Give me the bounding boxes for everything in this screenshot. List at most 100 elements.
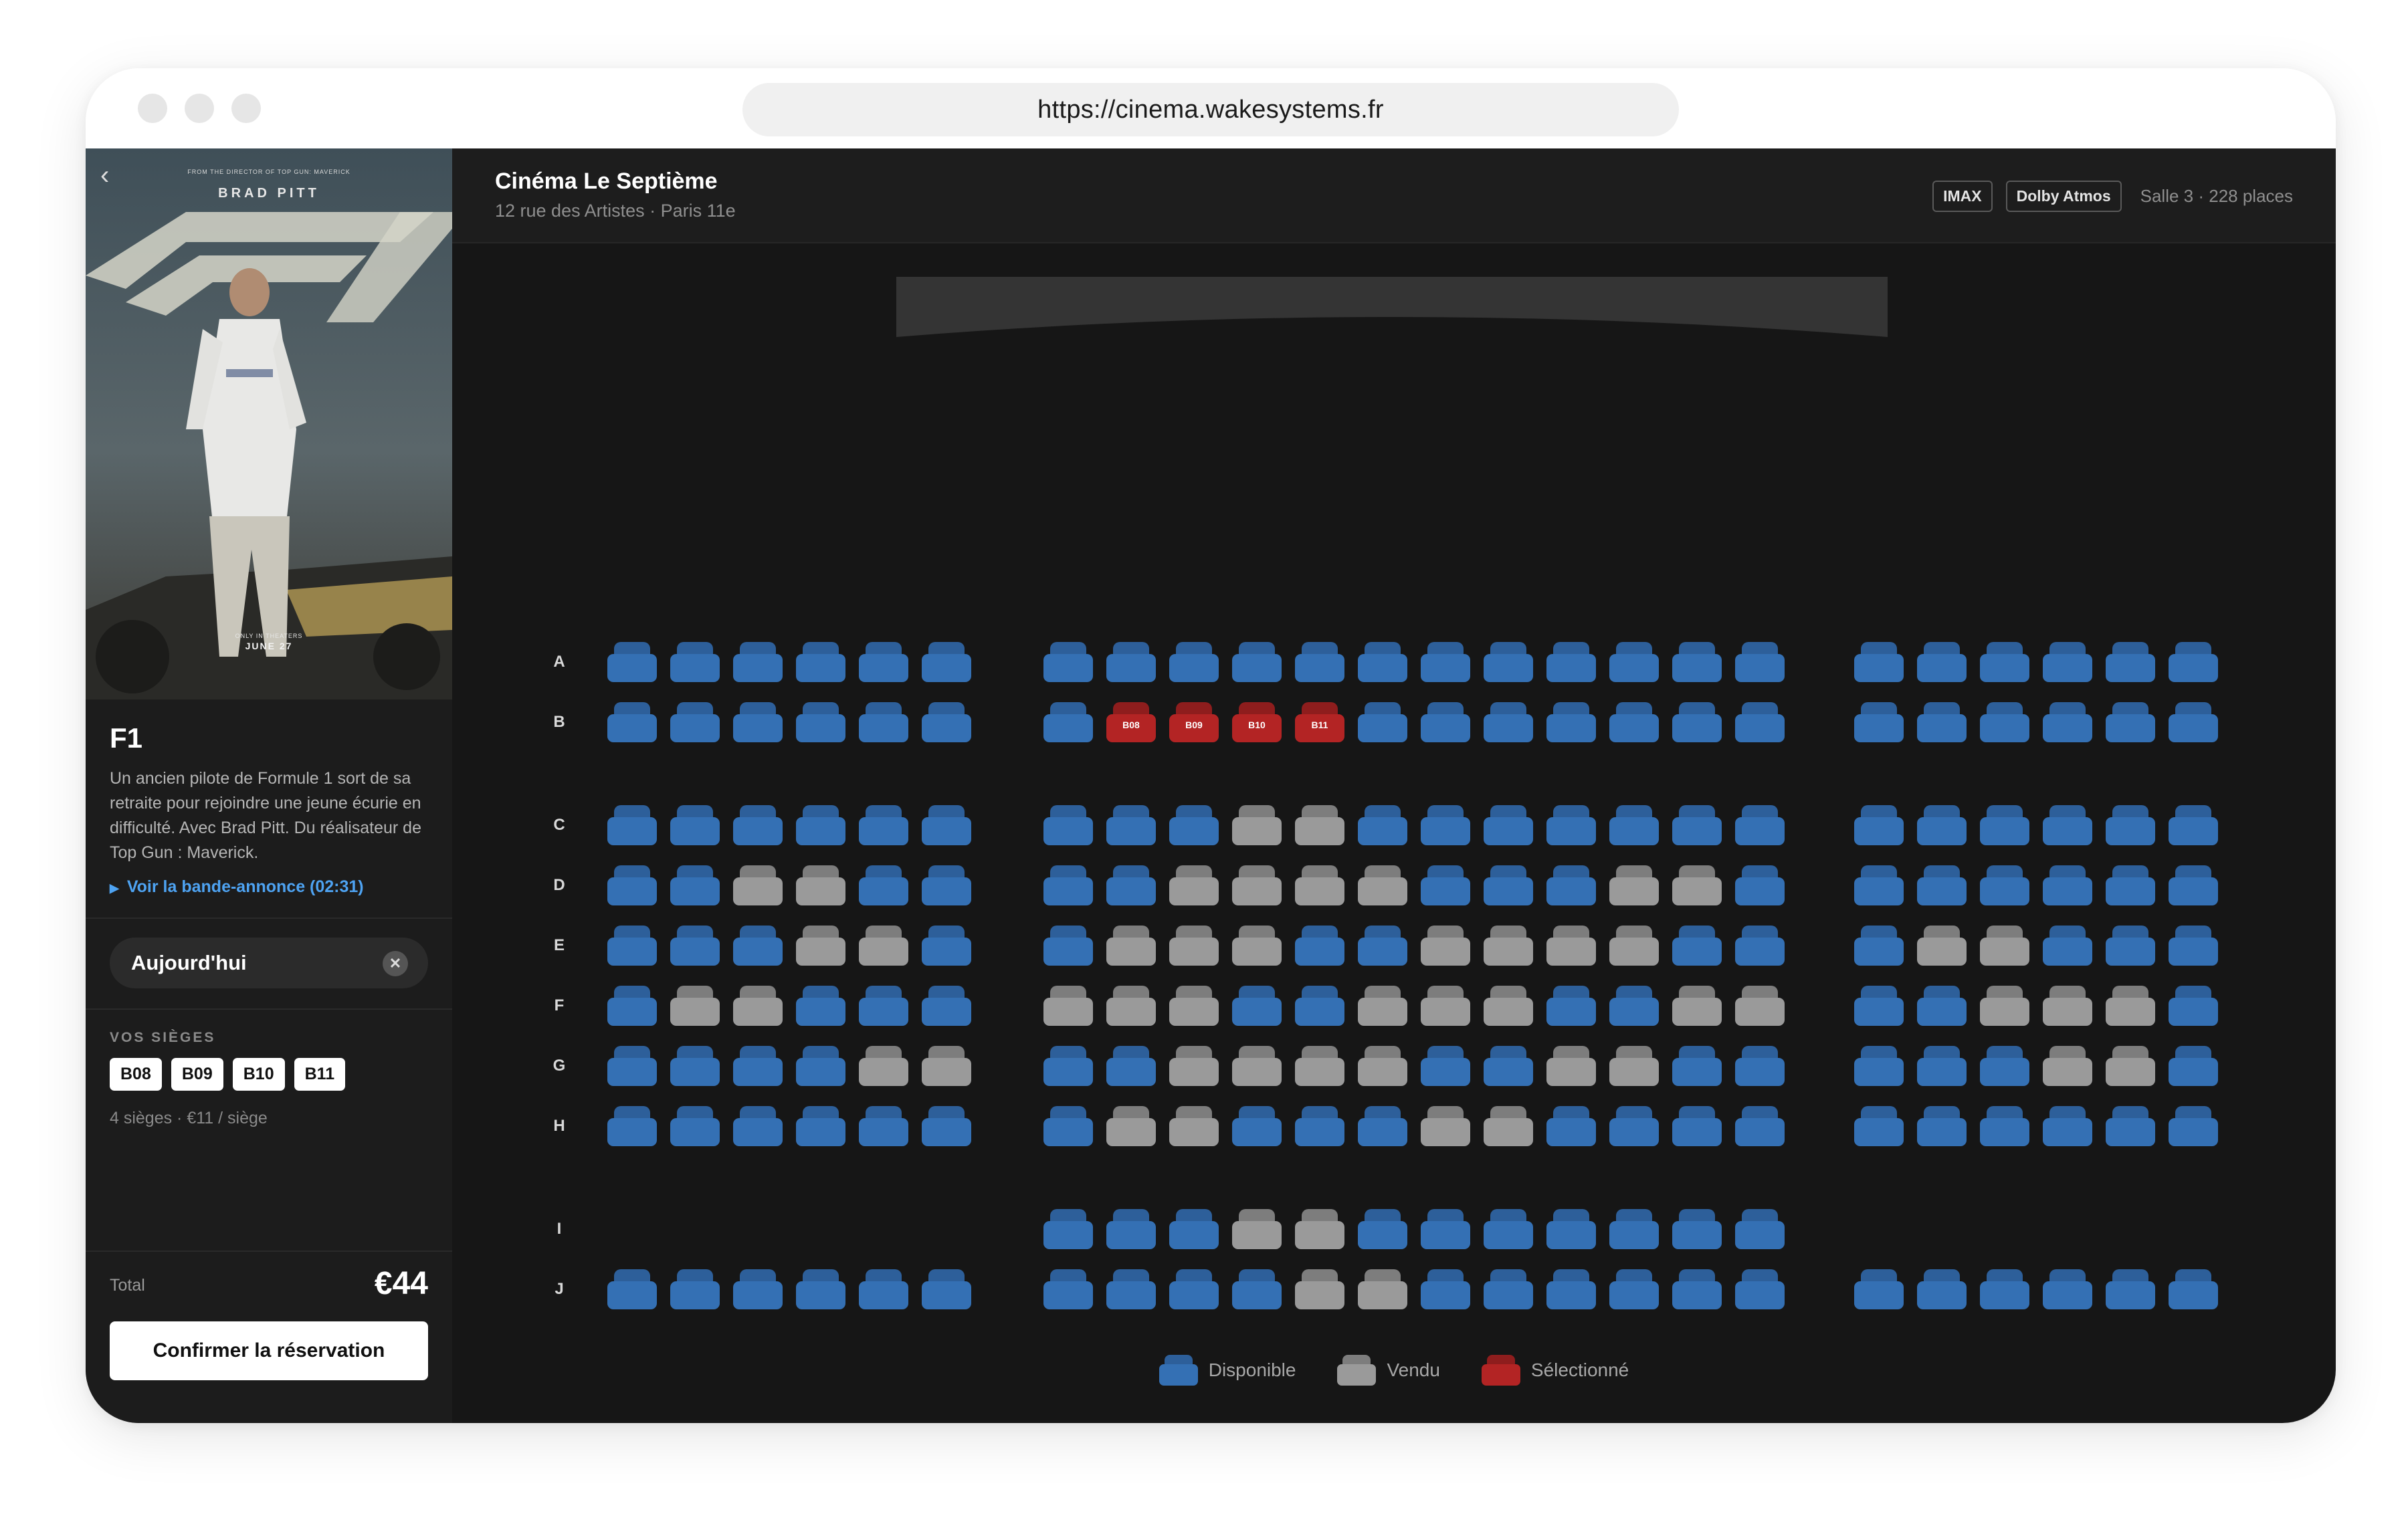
seat-available[interactable] [1421, 642, 1470, 682]
seat-available[interactable] [1609, 702, 1659, 742]
seat-available[interactable] [796, 642, 845, 682]
seat-available[interactable] [1980, 805, 2029, 845]
seat-available[interactable] [1169, 1209, 1219, 1249]
seat-available[interactable] [1735, 642, 1785, 682]
seat-available[interactable] [1735, 702, 1785, 742]
seat-chip[interactable]: B10 [232, 1058, 285, 1091]
seat-available[interactable] [1735, 1269, 1785, 1309]
seat-available[interactable] [922, 926, 971, 966]
seat-available[interactable] [1854, 805, 1904, 845]
seat-available[interactable] [1980, 1106, 2029, 1146]
seat-available[interactable] [1672, 1106, 1722, 1146]
seat-available[interactable] [1609, 642, 1659, 682]
seat-available[interactable] [1106, 1046, 1156, 1086]
seat-available[interactable] [1421, 1046, 1470, 1086]
seat-available[interactable] [1232, 642, 1282, 682]
seat-available[interactable] [670, 702, 720, 742]
seat-available[interactable] [1169, 1269, 1219, 1309]
seat-available[interactable] [1854, 865, 1904, 905]
seat-available[interactable] [2169, 1106, 2218, 1146]
seat-available[interactable] [733, 805, 783, 845]
seat-available[interactable] [1169, 642, 1219, 682]
seat-available[interactable] [2106, 1106, 2155, 1146]
seat-available[interactable] [796, 986, 845, 1026]
date-selector[interactable]: Aujourd'hui ✕ [110, 938, 428, 988]
seat-available[interactable] [1854, 702, 1904, 742]
seat-available[interactable] [1421, 1209, 1470, 1249]
seat-available[interactable] [796, 702, 845, 742]
confirm-booking-button[interactable]: Confirmer la réservation [110, 1321, 428, 1380]
seat-available[interactable] [796, 1106, 845, 1146]
seat-available[interactable] [1546, 805, 1596, 845]
seat-available[interactable] [1169, 805, 1219, 845]
seat-available[interactable] [1106, 865, 1156, 905]
seat-available[interactable] [607, 926, 657, 966]
seat-available[interactable] [1854, 1269, 1904, 1309]
seat-available[interactable] [733, 642, 783, 682]
seat-available[interactable] [1421, 1269, 1470, 1309]
seat-available[interactable] [1358, 926, 1407, 966]
seat-available[interactable] [922, 865, 971, 905]
seat-available[interactable] [607, 702, 657, 742]
seat-available[interactable] [1484, 865, 1533, 905]
seat-available[interactable] [1358, 642, 1407, 682]
seat-available[interactable] [922, 642, 971, 682]
seat-available[interactable] [670, 805, 720, 845]
seat-available[interactable] [1358, 702, 1407, 742]
seat-available[interactable] [2043, 642, 2092, 682]
seat-available[interactable] [1295, 1106, 1344, 1146]
seat-available[interactable] [1609, 1106, 1659, 1146]
seat-available[interactable] [2043, 865, 2092, 905]
seat-available[interactable] [922, 805, 971, 845]
seat-available[interactable] [670, 926, 720, 966]
seat-available[interactable] [670, 1269, 720, 1309]
seat-available[interactable] [2106, 642, 2155, 682]
seat-available[interactable] [2043, 1269, 2092, 1309]
seat-available[interactable] [607, 986, 657, 1026]
seat-available[interactable] [859, 702, 908, 742]
seat-available[interactable] [922, 986, 971, 1026]
seat-available[interactable] [859, 865, 908, 905]
seat-available[interactable] [922, 1106, 971, 1146]
seat-available[interactable] [2106, 805, 2155, 845]
seat-selected[interactable]: B11 [1295, 702, 1344, 742]
seat-available[interactable] [607, 1106, 657, 1146]
seat-available[interactable] [1421, 805, 1470, 845]
seat-available[interactable] [1484, 642, 1533, 682]
seat-available[interactable] [1106, 642, 1156, 682]
seat-available[interactable] [2169, 926, 2218, 966]
seat-available[interactable] [607, 1269, 657, 1309]
seat-available[interactable] [1854, 926, 1904, 966]
seat-available[interactable] [2043, 1106, 2092, 1146]
seat-available[interactable] [1484, 1269, 1533, 1309]
seat-available[interactable] [859, 986, 908, 1026]
seat-available[interactable] [1421, 702, 1470, 742]
seat-available[interactable] [1546, 1209, 1596, 1249]
seat-available[interactable] [2169, 805, 2218, 845]
seat-chip[interactable]: B09 [171, 1058, 223, 1091]
seat-available[interactable] [733, 702, 783, 742]
seat-available[interactable] [1980, 1269, 2029, 1309]
seat-available[interactable] [733, 1046, 783, 1086]
seat-available[interactable] [796, 1269, 845, 1309]
seat-available[interactable] [1546, 1106, 1596, 1146]
seat-available[interactable] [1043, 1106, 1093, 1146]
seat-available[interactable] [796, 805, 845, 845]
seat-available[interactable] [2169, 702, 2218, 742]
seat-available[interactable] [2106, 702, 2155, 742]
seat-available[interactable] [607, 1046, 657, 1086]
seat-available[interactable] [1854, 1106, 1904, 1146]
seat-available[interactable] [1735, 865, 1785, 905]
back-chevron-icon[interactable]: ‹ [100, 160, 109, 191]
seat-available[interactable] [796, 1046, 845, 1086]
seat-available[interactable] [1043, 926, 1093, 966]
seat-available[interactable] [1043, 1046, 1093, 1086]
seat-available[interactable] [670, 1046, 720, 1086]
seat-available[interactable] [2106, 1269, 2155, 1309]
seat-available[interactable] [1735, 1209, 1785, 1249]
seat-available[interactable] [1672, 926, 1722, 966]
seat-available[interactable] [1043, 642, 1093, 682]
seat-available[interactable] [2169, 1269, 2218, 1309]
seat-available[interactable] [2106, 926, 2155, 966]
seat-available[interactable] [1672, 642, 1722, 682]
